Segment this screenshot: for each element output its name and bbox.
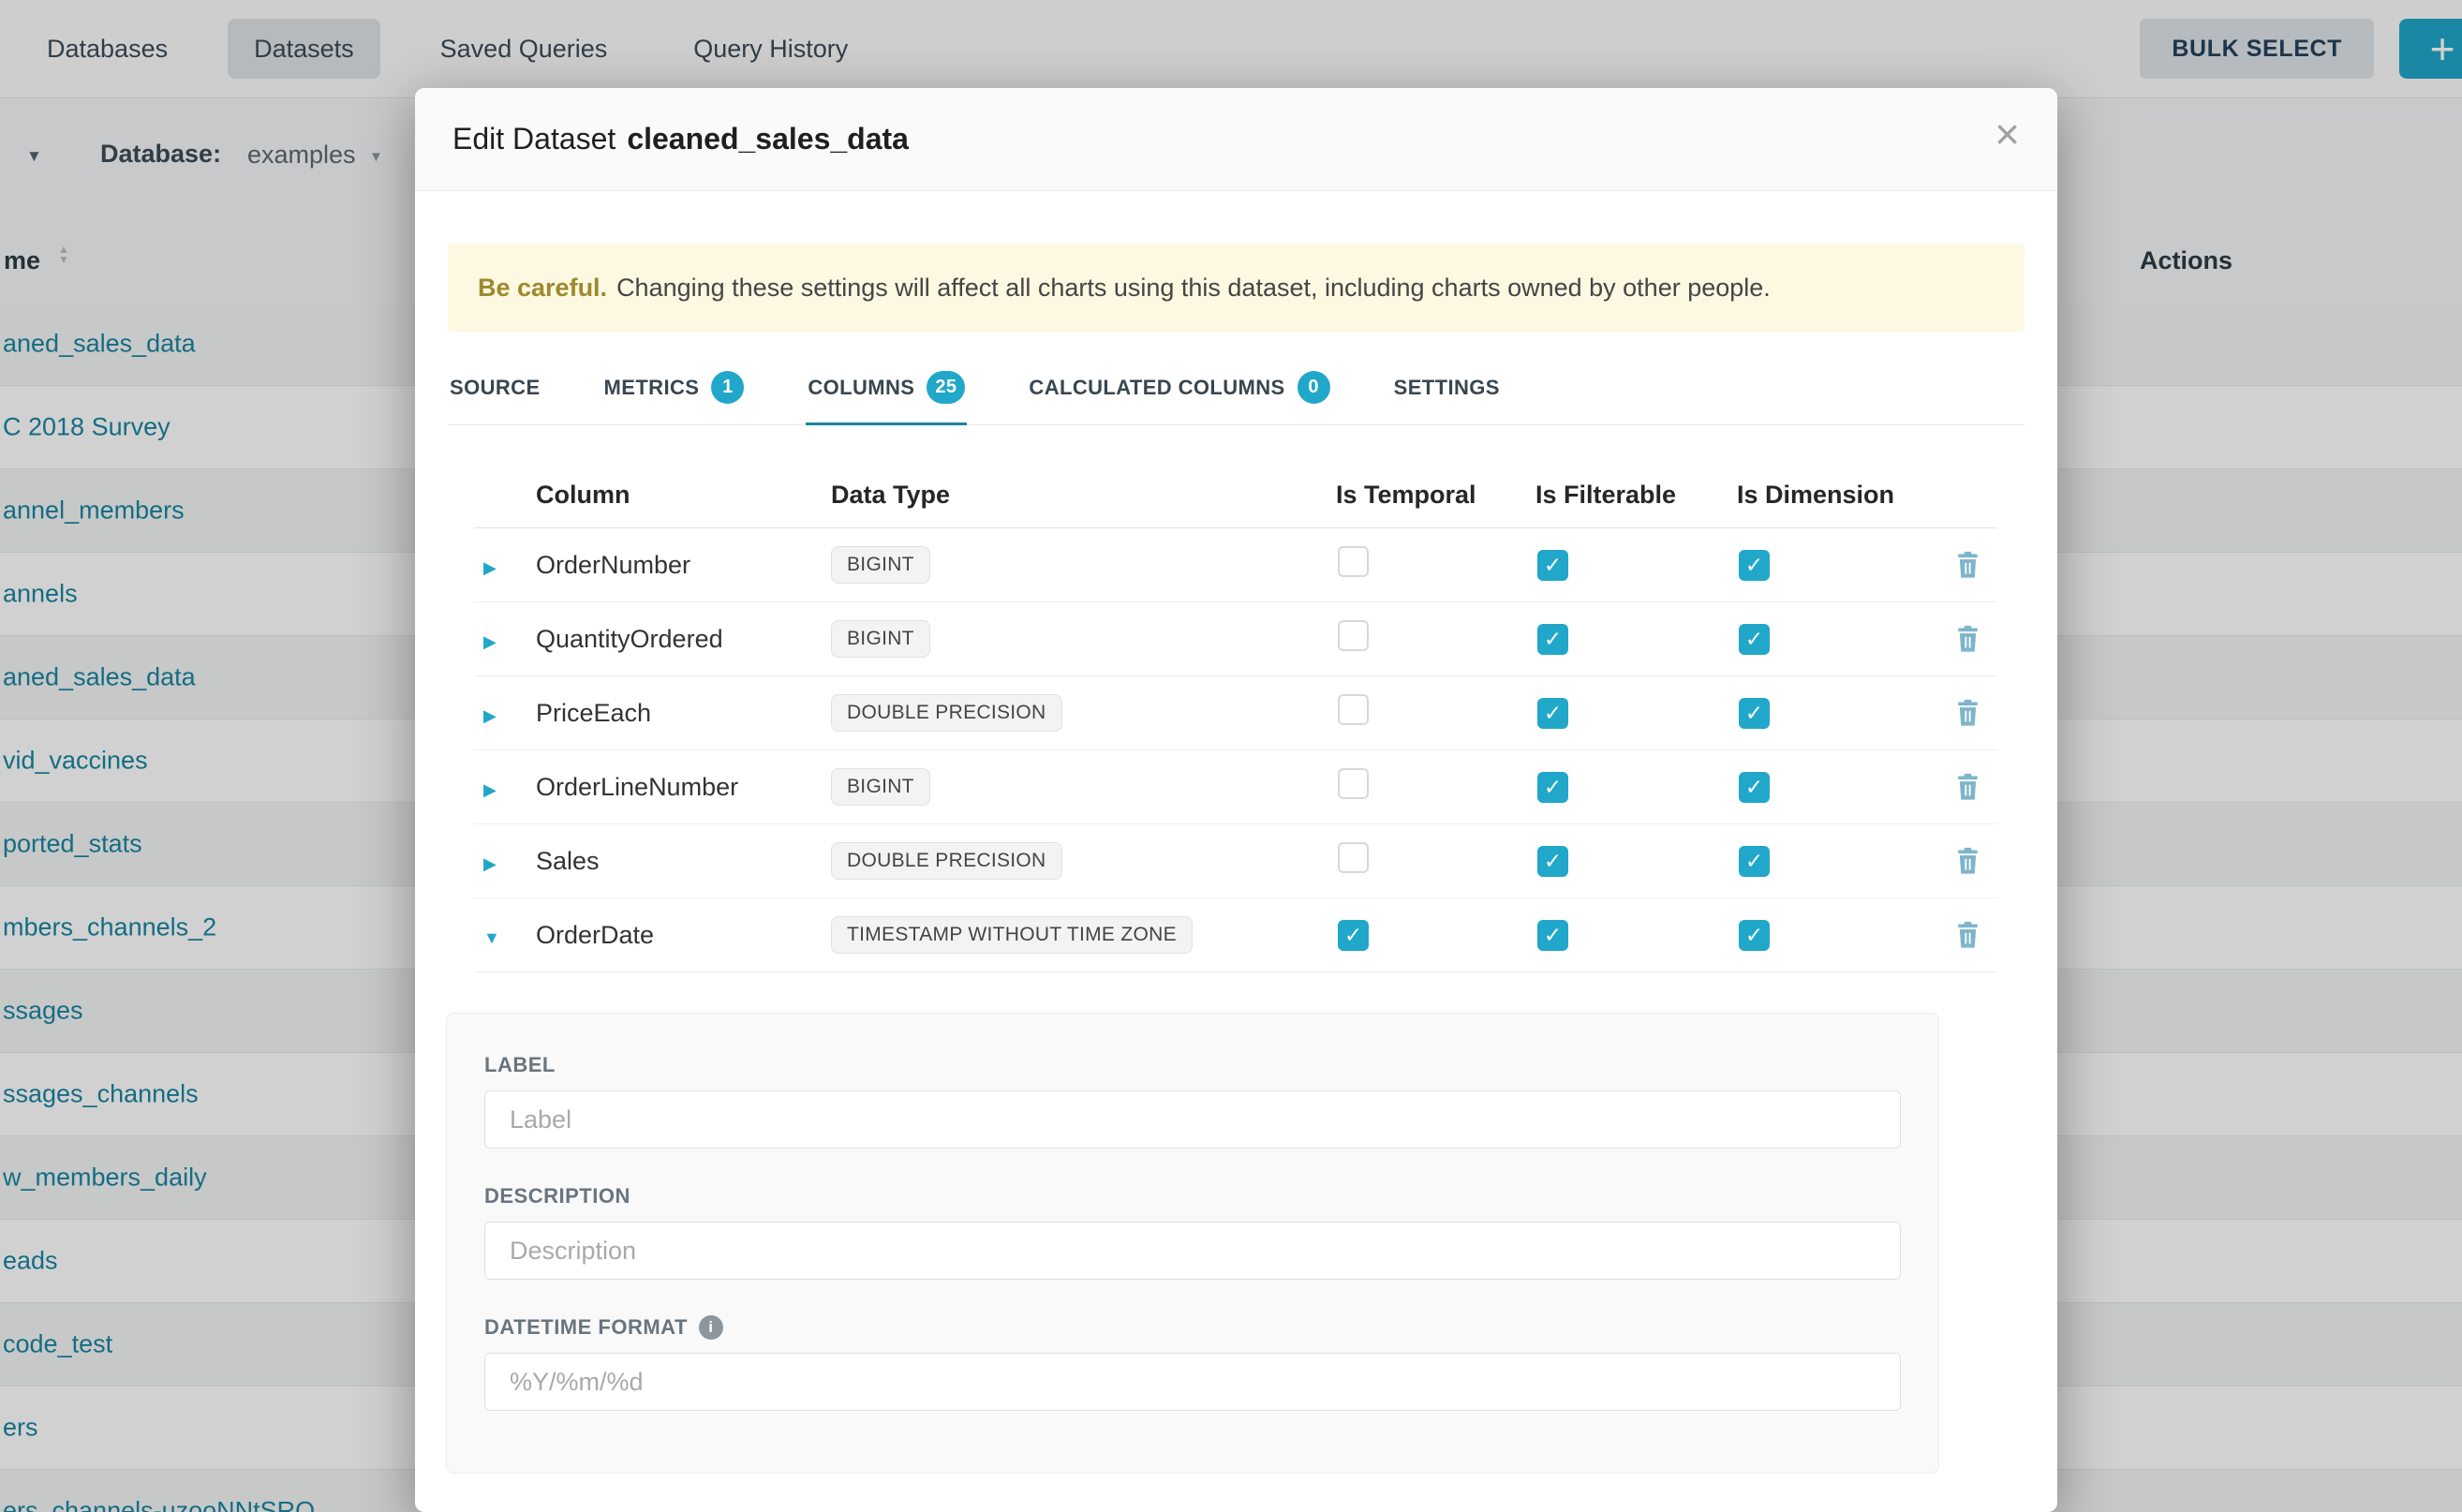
delete-column-icon[interactable]: [1955, 625, 1980, 653]
columns-table-body: ▶ OrderNumber BIGINT ✓ ✓ ▶ QuantityOrdered BIGI…: [474, 528, 1997, 972]
column-header-is-filterable: Is Filterable: [1535, 481, 1737, 510]
is-filterable-checkbox[interactable]: ✓: [1537, 624, 1568, 655]
tab-source[interactable]: SOURCE: [448, 371, 542, 425]
delete-column-icon[interactable]: [1955, 699, 1980, 727]
is-temporal-checkbox[interactable]: [1338, 694, 1369, 725]
column-row-orderdate: ▼ OrderDate TIMESTAMP WITHOUT TIME ZONE ✓ ✓ ✓: [474, 898, 1997, 972]
column-header-is-temporal: Is Temporal: [1336, 481, 1535, 510]
collapse-caret-icon[interactable]: ▼: [483, 928, 500, 947]
column-header-column: Column: [536, 481, 831, 510]
label-field-label: LABEL: [484, 1053, 1901, 1077]
tab-count-badge: 25: [927, 371, 965, 404]
label-input[interactable]: [484, 1090, 1901, 1149]
column-name: OrderLineNumber: [536, 773, 738, 801]
is-dimension-checkbox[interactable]: ✓: [1739, 772, 1770, 803]
warning-text: Changing these settings will affect all …: [616, 274, 1771, 303]
data-type-pill: TIMESTAMP WITHOUT TIME ZONE: [831, 916, 1193, 954]
warning-emphasis: Be careful.: [478, 274, 607, 303]
expand-caret-icon[interactable]: ▶: [483, 780, 497, 799]
column-name: OrderDate: [536, 921, 654, 949]
edit-dataset-modal: Edit Dataset cleaned_sales_data × Be car…: [415, 88, 2057, 1512]
is-temporal-checkbox[interactable]: [1338, 546, 1369, 577]
is-dimension-checkbox[interactable]: ✓: [1739, 624, 1770, 655]
delete-column-icon[interactable]: [1955, 921, 1980, 949]
modal-header: Edit Dataset cleaned_sales_data ×: [415, 88, 2057, 191]
is-filterable-checkbox[interactable]: ✓: [1537, 550, 1568, 581]
is-temporal-checkbox[interactable]: [1338, 620, 1369, 651]
is-temporal-checkbox[interactable]: [1338, 842, 1369, 873]
is-dimension-checkbox[interactable]: ✓: [1739, 550, 1770, 581]
close-icon[interactable]: ×: [1995, 112, 2020, 156]
modal-tabs: SOURCE METRICS 1 COLUMNS 25 CALCULATED COLUMN…: [448, 371, 2024, 425]
info-icon[interactable]: i: [699, 1315, 723, 1340]
data-type-pill: BIGINT: [831, 620, 930, 658]
is-dimension-checkbox[interactable]: ✓: [1739, 698, 1770, 729]
modal-title: Edit Dataset: [452, 122, 616, 156]
description-input[interactable]: [484, 1222, 1901, 1280]
tab-count-badge: 1: [711, 371, 744, 404]
column-row-sales: ▶ Sales DOUBLE PRECISION ✓ ✓: [474, 824, 1997, 898]
tab-calculated-columns[interactable]: CALCULATED COLUMNS 0: [1027, 371, 1331, 425]
columns-table-header: Column Data Type Is Temporal Is Filterab…: [474, 425, 1997, 528]
trash-icon: [1955, 625, 1980, 653]
field-label-text: DATETIME FORMAT: [484, 1315, 688, 1340]
expand-caret-icon[interactable]: ▶: [483, 558, 497, 577]
column-name: OrderNumber: [536, 551, 690, 579]
is-temporal-checkbox[interactable]: [1338, 768, 1369, 799]
data-type-pill: DOUBLE PRECISION: [831, 842, 1062, 880]
column-header-is-dimension: Is Dimension: [1737, 481, 1938, 510]
modal-title-dataset-name: cleaned_sales_data: [627, 122, 909, 156]
column-header-data-type: Data Type: [831, 481, 1336, 510]
is-filterable-checkbox[interactable]: ✓: [1537, 772, 1568, 803]
field-label-text: LABEL: [484, 1053, 556, 1077]
trash-icon: [1955, 921, 1980, 949]
column-row-priceeach: ▶ PriceEach DOUBLE PRECISION ✓ ✓: [474, 676, 1997, 750]
delete-column-icon[interactable]: [1955, 773, 1980, 801]
data-type-pill: BIGINT: [831, 768, 930, 806]
column-detail-panel: LABEL DESCRIPTION DATETIME FORMAT i: [446, 1013, 1939, 1474]
column-name: PriceEach: [536, 699, 651, 727]
expand-caret-icon[interactable]: ▶: [483, 706, 497, 725]
delete-column-icon[interactable]: [1955, 847, 1980, 875]
column-row-ordernumber: ▶ OrderNumber BIGINT ✓ ✓: [474, 528, 1997, 602]
screen: DatabasesDatasetsSaved QueriesQuery Hist…: [0, 0, 2462, 1512]
tab-label: CALCULATED COLUMNS: [1029, 376, 1284, 400]
is-filterable-checkbox[interactable]: ✓: [1537, 846, 1568, 877]
expand-caret-icon[interactable]: ▶: [483, 854, 497, 873]
datetime-format-field: DATETIME FORMAT i: [484, 1315, 1901, 1411]
field-label-text: DESCRIPTION: [484, 1184, 630, 1208]
trash-icon: [1955, 847, 1980, 875]
trash-icon: [1955, 773, 1980, 801]
label-field: LABEL: [484, 1053, 1901, 1149]
tab-label: SOURCE: [450, 376, 541, 400]
tab-settings[interactable]: SETTINGS: [1392, 371, 1502, 425]
trash-icon: [1955, 699, 1980, 727]
column-name: Sales: [536, 847, 600, 875]
tab-metrics[interactable]: METRICS 1: [602, 371, 747, 425]
warning-banner: Be careful. Changing these settings will…: [448, 244, 2024, 332]
trash-icon: [1955, 551, 1980, 579]
tab-columns[interactable]: COLUMNS 25: [806, 371, 967, 425]
delete-column-icon[interactable]: [1955, 551, 1980, 579]
columns-table: Column Data Type Is Temporal Is Filterab…: [474, 425, 1997, 972]
column-row-orderlinenumber: ▶ OrderLineNumber BIGINT ✓ ✓: [474, 750, 1997, 824]
data-type-pill: DOUBLE PRECISION: [831, 694, 1062, 732]
tab-label: METRICS: [604, 376, 700, 400]
expand-caret-icon[interactable]: ▶: [483, 632, 497, 651]
tab-count-badge: 0: [1298, 371, 1330, 404]
is-filterable-checkbox[interactable]: ✓: [1537, 920, 1568, 951]
datetime-format-field-label: DATETIME FORMAT i: [484, 1315, 1901, 1340]
column-row-quantityordered: ▶ QuantityOrdered BIGINT ✓ ✓: [474, 602, 1997, 676]
is-dimension-checkbox[interactable]: ✓: [1739, 846, 1770, 877]
is-filterable-checkbox[interactable]: ✓: [1537, 698, 1568, 729]
is-dimension-checkbox[interactable]: ✓: [1739, 920, 1770, 951]
description-field-label: DESCRIPTION: [484, 1184, 1901, 1208]
tab-label: COLUMNS: [808, 376, 914, 400]
datetime-format-input[interactable]: [484, 1353, 1901, 1411]
data-type-pill: BIGINT: [831, 546, 930, 584]
is-temporal-checkbox[interactable]: ✓: [1338, 920, 1369, 951]
column-name: QuantityOrdered: [536, 625, 723, 653]
description-field: DESCRIPTION: [484, 1184, 1901, 1280]
tab-label: SETTINGS: [1394, 376, 1500, 400]
